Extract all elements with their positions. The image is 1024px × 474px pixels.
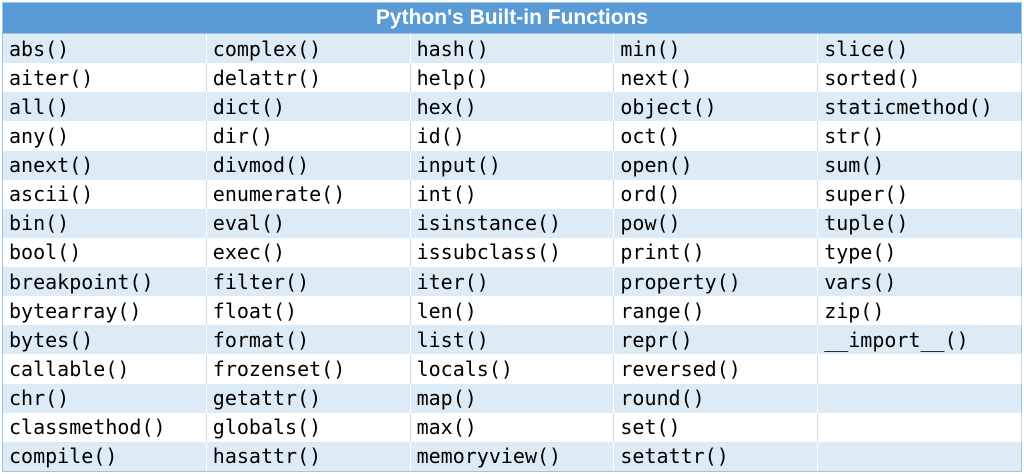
function-cell: compile()	[2, 441, 207, 472]
function-cell: __import__()	[817, 325, 1022, 355]
function-cell: complex()	[206, 33, 411, 64]
function-cell: slice()	[817, 33, 1022, 64]
builtins-table-container: Python's Built-in Functions abs() complex…	[2, 2, 1022, 472]
function-cell: callable()	[2, 354, 207, 384]
table-row: bool() exec() issubclass() print() type()	[2, 237, 1022, 267]
function-cell: enumerate()	[206, 179, 411, 209]
function-cell: exec()	[206, 237, 411, 267]
function-cell	[817, 441, 1022, 472]
function-cell: hex()	[410, 92, 615, 122]
function-cell: input()	[410, 150, 615, 180]
table-row: breakpoint() filter() iter() property() vars…	[2, 267, 1022, 297]
function-cell: bool()	[2, 237, 207, 267]
function-cell: hasattr()	[206, 441, 411, 472]
function-cell: oct()	[613, 121, 819, 151]
function-cell: setattr()	[613, 441, 819, 472]
function-cell: help()	[410, 63, 615, 93]
table-row: bytearray() float() len() range() zip()	[2, 296, 1022, 326]
function-cell: staticmethod()	[817, 92, 1022, 122]
function-cell: zip()	[817, 296, 1022, 326]
function-cell: eval()	[206, 208, 411, 238]
function-cell: dict()	[206, 92, 411, 122]
function-cell: repr()	[613, 325, 819, 355]
table-row: ascii() enumerate() int() ord() super()	[2, 179, 1022, 209]
function-cell: ord()	[613, 179, 819, 209]
table-row: compile() hasattr() memoryview() setattr()	[2, 441, 1022, 472]
function-cell: max()	[410, 412, 615, 442]
function-cell: float()	[206, 296, 411, 326]
function-cell: vars()	[817, 267, 1022, 297]
table-row: bin() eval() isinstance() pow() tuple()	[2, 208, 1022, 238]
function-cell: aiter()	[2, 63, 207, 93]
function-cell: pow()	[613, 208, 819, 238]
table-title: Python's Built-in Functions	[2, 2, 1022, 34]
function-cell: list()	[410, 325, 615, 355]
function-cell: set()	[613, 412, 819, 442]
function-cell: range()	[613, 296, 819, 326]
function-cell: all()	[2, 92, 207, 122]
function-cell: bytearray()	[2, 296, 207, 326]
function-cell: open()	[613, 150, 819, 180]
function-cell: classmethod()	[2, 412, 207, 442]
function-cell: next()	[613, 63, 819, 93]
function-cell: isinstance()	[410, 208, 615, 238]
function-cell: round()	[613, 383, 819, 413]
table-row: classmethod() globals() max() set()	[2, 412, 1022, 442]
table-row: all() dict() hex() object() staticmethod()	[2, 92, 1022, 122]
function-cell: iter()	[410, 267, 615, 297]
function-cell: any()	[2, 121, 207, 151]
function-cell: frozenset()	[206, 354, 411, 384]
function-cell: format()	[206, 325, 411, 355]
function-cell: int()	[410, 179, 615, 209]
table-row: callable() frozenset() locals() reversed()	[2, 354, 1022, 384]
function-cell: chr()	[2, 383, 207, 413]
table-row: anext() divmod() input() open() sum()	[2, 150, 1022, 180]
builtins-table: Python's Built-in Functions abs() complex…	[2, 2, 1022, 472]
function-cell: breakpoint()	[2, 267, 207, 297]
table-body: abs() complex() hash() min() slice() aiter() d…	[2, 33, 1022, 472]
function-cell: globals()	[206, 412, 411, 442]
function-cell: property()	[613, 267, 819, 297]
function-cell: id()	[410, 121, 615, 151]
function-cell	[817, 412, 1022, 442]
table-header-row: Python's Built-in Functions	[2, 2, 1022, 34]
function-cell: reversed()	[613, 354, 819, 384]
function-cell	[817, 354, 1022, 384]
function-cell: sum()	[817, 150, 1022, 180]
function-cell	[817, 383, 1022, 413]
function-cell: divmod()	[206, 150, 411, 180]
function-cell: abs()	[2, 33, 207, 64]
function-cell: tuple()	[817, 208, 1022, 238]
function-cell: print()	[613, 237, 819, 267]
function-cell: ascii()	[2, 179, 207, 209]
function-cell: bytes()	[2, 325, 207, 355]
table-row: chr() getattr() map() round()	[2, 383, 1022, 413]
function-cell: delattr()	[206, 63, 411, 93]
function-cell: memoryview()	[410, 441, 615, 472]
function-cell: len()	[410, 296, 615, 326]
function-cell: locals()	[410, 354, 615, 384]
table-row: any() dir() id() oct() str()	[2, 121, 1022, 151]
function-cell: str()	[817, 121, 1022, 151]
function-cell: anext()	[2, 150, 207, 180]
function-cell: filter()	[206, 267, 411, 297]
function-cell: min()	[613, 33, 819, 64]
function-cell: dir()	[206, 121, 411, 151]
function-cell: issubclass()	[410, 237, 615, 267]
function-cell: bin()	[2, 208, 207, 238]
function-cell: getattr()	[206, 383, 411, 413]
table-row: bytes() format() list() repr() __import__()	[2, 325, 1022, 355]
function-cell: hash()	[410, 33, 615, 64]
function-cell: map()	[410, 383, 615, 413]
table-row: abs() complex() hash() min() slice()	[2, 33, 1022, 64]
function-cell: sorted()	[817, 63, 1022, 93]
table-row: aiter() delattr() help() next() sorted()	[2, 63, 1022, 93]
function-cell: object()	[613, 92, 819, 122]
function-cell: type()	[817, 237, 1022, 267]
function-cell: super()	[817, 179, 1022, 209]
